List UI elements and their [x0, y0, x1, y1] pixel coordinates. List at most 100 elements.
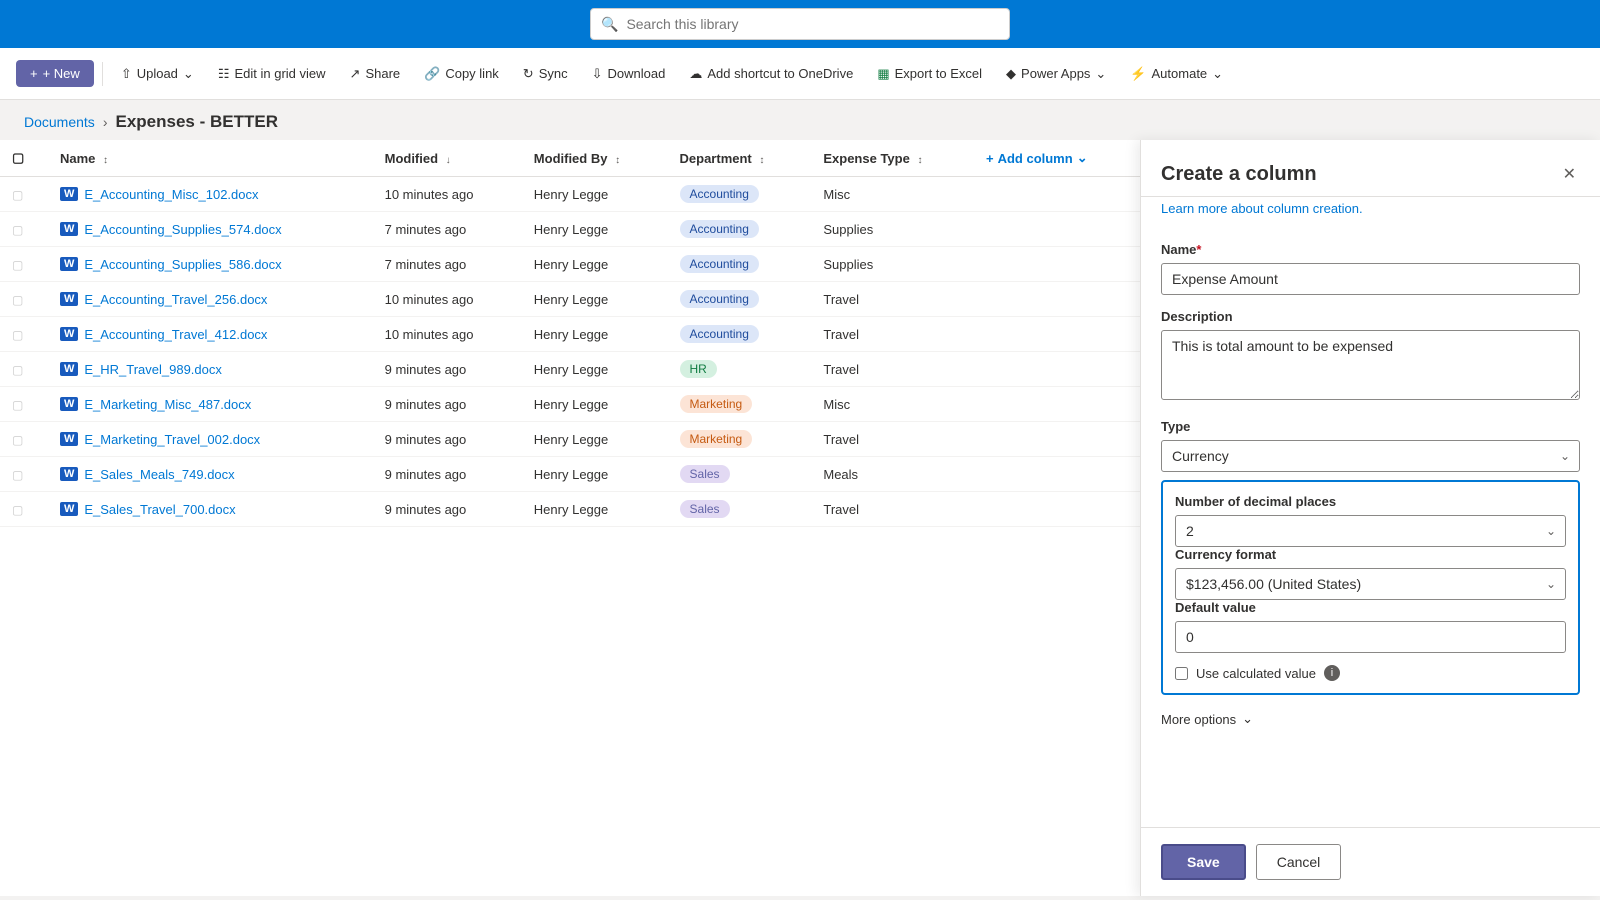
sync-button[interactable]: ↻ Sync — [513, 61, 578, 87]
panel-footer: Save Cancel — [1141, 827, 1600, 896]
col-header-modified-by[interactable]: Modified By ↕ — [522, 140, 668, 177]
word-file-icon: W — [60, 432, 78, 446]
table-row[interactable]: ▢ W E_Accounting_Supplies_574.docx 7 min… — [0, 212, 1140, 247]
onedrive-icon: ☁ — [689, 66, 702, 82]
edit-grid-button[interactable]: ☷ Edit in grid view — [208, 61, 336, 87]
file-table: ▢ Name ↕ Modified ↓ Modified By ↕ Depart… — [0, 140, 1140, 527]
row-expense-type-cell: Misc — [811, 177, 974, 212]
col-header-department[interactable]: Department ↕ — [668, 140, 812, 177]
type-select-wrap: Currency Single line of text Multiple li… — [1161, 440, 1580, 472]
save-button[interactable]: Save — [1161, 844, 1246, 880]
word-file-icon: W — [60, 292, 78, 306]
breadcrumb-parent[interactable]: Documents — [24, 114, 95, 130]
row-name-cell: W E_HR_Travel_989.docx — [48, 352, 373, 387]
description-label: Description — [1161, 309, 1580, 324]
table-row[interactable]: ▢ W E_HR_Travel_989.docx 9 minutes ago H… — [0, 352, 1140, 387]
toolbar-separator-1 — [102, 62, 103, 86]
row-modified-cell: 10 minutes ago — [373, 282, 522, 317]
default-value-input[interactable] — [1175, 621, 1566, 653]
row-modified-cell: 10 minutes ago — [373, 317, 522, 352]
file-list-area: ▢ Name ↕ Modified ↓ Modified By ↕ Depart… — [0, 140, 1140, 896]
row-icon-cell: ▢ — [0, 352, 48, 387]
panel-close-button[interactable]: ✕ — [1559, 160, 1580, 188]
row-modified-by-cell: Henry Legge — [522, 492, 668, 527]
file-name[interactable]: E_Accounting_Supplies_586.docx — [84, 257, 281, 272]
row-icon-cell: ▢ — [0, 492, 48, 527]
department-badge: Marketing — [680, 395, 753, 413]
department-badge: Sales — [680, 500, 730, 518]
word-file-icon: W — [60, 257, 78, 271]
description-textarea[interactable]: This is total amount to be expensed — [1161, 330, 1580, 400]
upload-button[interactable]: ⇧ Upload ⌄ — [111, 61, 204, 87]
search-input[interactable] — [626, 16, 999, 32]
file-name[interactable]: E_Marketing_Misc_487.docx — [84, 397, 251, 412]
table-row[interactable]: ▢ W E_Accounting_Travel_256.docx 10 minu… — [0, 282, 1140, 317]
row-name-cell: W E_Accounting_Supplies_586.docx — [48, 247, 373, 282]
upload-chevron-icon: ⌄ — [183, 66, 194, 82]
file-name[interactable]: E_Sales_Travel_700.docx — [84, 502, 235, 517]
search-box[interactable]: 🔍 — [590, 8, 1010, 40]
breadcrumb-current: Expenses - BETTER — [115, 112, 278, 132]
more-options-toggle[interactable]: More options ⌄ — [1161, 711, 1580, 727]
file-name[interactable]: E_Marketing_Travel_002.docx — [84, 432, 260, 447]
department-badge: Accounting — [680, 185, 759, 203]
new-button[interactable]: + + New — [16, 60, 94, 87]
add-shortcut-button[interactable]: ☁ Add shortcut to OneDrive — [679, 61, 863, 87]
col-header-modified[interactable]: Modified ↓ — [373, 140, 522, 177]
use-calculated-checkbox[interactable] — [1175, 667, 1188, 680]
word-file-icon: W — [60, 327, 78, 341]
cancel-button[interactable]: Cancel — [1256, 844, 1342, 880]
table-row[interactable]: ▢ W E_Accounting_Travel_412.docx 10 minu… — [0, 317, 1140, 352]
grid-icon: ☷ — [218, 66, 230, 82]
decimal-select[interactable]: 2 0 1 3 4 5 — [1175, 515, 1566, 547]
panel-title: Create a column — [1161, 163, 1317, 186]
word-file-icon: W — [60, 222, 78, 236]
learn-more-link[interactable]: Learn more about column creation. — [1141, 197, 1600, 226]
table-row[interactable]: ▢ W E_Marketing_Travel_002.docx 9 minute… — [0, 422, 1140, 457]
row-name-cell: W E_Sales_Travel_700.docx — [48, 492, 373, 527]
name-input[interactable] — [1161, 263, 1580, 295]
file-name[interactable]: E_HR_Travel_989.docx — [84, 362, 222, 377]
power-apps-button[interactable]: ◆ Power Apps ⌄ — [996, 61, 1116, 87]
copy-link-button[interactable]: 🔗 Copy link — [414, 61, 509, 87]
main-content: ▢ Name ↕ Modified ↓ Modified By ↕ Depart… — [0, 140, 1600, 896]
type-select[interactable]: Currency Single line of text Multiple li… — [1161, 440, 1580, 472]
row-department-cell: Accounting — [668, 282, 812, 317]
row-modified-cell: 9 minutes ago — [373, 422, 522, 457]
info-icon[interactable]: i — [1324, 665, 1340, 681]
file-name[interactable]: E_Accounting_Travel_412.docx — [84, 327, 267, 342]
word-file-icon: W — [60, 397, 78, 411]
row-modified-cell: 9 minutes ago — [373, 387, 522, 422]
col-header-expense-type[interactable]: Expense Type ↕ — [811, 140, 974, 177]
row-modified-cell: 7 minutes ago — [373, 247, 522, 282]
row-modified-by-cell: Henry Legge — [522, 177, 668, 212]
export-excel-button[interactable]: ▦ Export to Excel — [867, 61, 992, 87]
share-button[interactable]: ↗ Share — [340, 61, 411, 87]
currency-format-select[interactable]: $123,456.00 (United States) €123,456.00 … — [1175, 568, 1566, 600]
automate-button[interactable]: ⚡ Automate ⌄ — [1120, 61, 1233, 87]
row-department-cell: Accounting — [668, 317, 812, 352]
download-button[interactable]: ⇩ Download — [582, 61, 676, 87]
file-name[interactable]: E_Sales_Meals_749.docx — [84, 467, 234, 482]
sync-icon: ↻ — [523, 66, 534, 82]
table-row[interactable]: ▢ W E_Sales_Meals_749.docx 9 minutes ago… — [0, 457, 1140, 492]
col-header-add-column[interactable]: + Add column ⌄ — [974, 140, 1140, 177]
row-name-cell: W E_Accounting_Misc_102.docx — [48, 177, 373, 212]
row-expense-type-cell: Travel — [811, 317, 974, 352]
col-header-name[interactable]: Name ↕ — [48, 140, 373, 177]
row-modified-by-cell: Henry Legge — [522, 352, 668, 387]
row-empty-cell — [974, 387, 1140, 422]
download-icon: ⇩ — [592, 66, 603, 82]
row-name-cell: W E_Marketing_Misc_487.docx — [48, 387, 373, 422]
decimal-label: Number of decimal places — [1175, 494, 1566, 509]
table-row[interactable]: ▢ W E_Marketing_Misc_487.docx 9 minutes … — [0, 387, 1140, 422]
file-name[interactable]: E_Accounting_Supplies_574.docx — [84, 222, 281, 237]
table-row[interactable]: ▢ W E_Accounting_Supplies_586.docx 7 min… — [0, 247, 1140, 282]
department-badge: Accounting — [680, 325, 759, 343]
row-icon-cell: ▢ — [0, 282, 48, 317]
table-row[interactable]: ▢ W E_Accounting_Misc_102.docx 10 minute… — [0, 177, 1140, 212]
file-name[interactable]: E_Accounting_Travel_256.docx — [84, 292, 267, 307]
col-header-icon: ▢ — [0, 140, 48, 177]
table-row[interactable]: ▢ W E_Sales_Travel_700.docx 9 minutes ag… — [0, 492, 1140, 527]
file-name[interactable]: E_Accounting_Misc_102.docx — [84, 187, 258, 202]
